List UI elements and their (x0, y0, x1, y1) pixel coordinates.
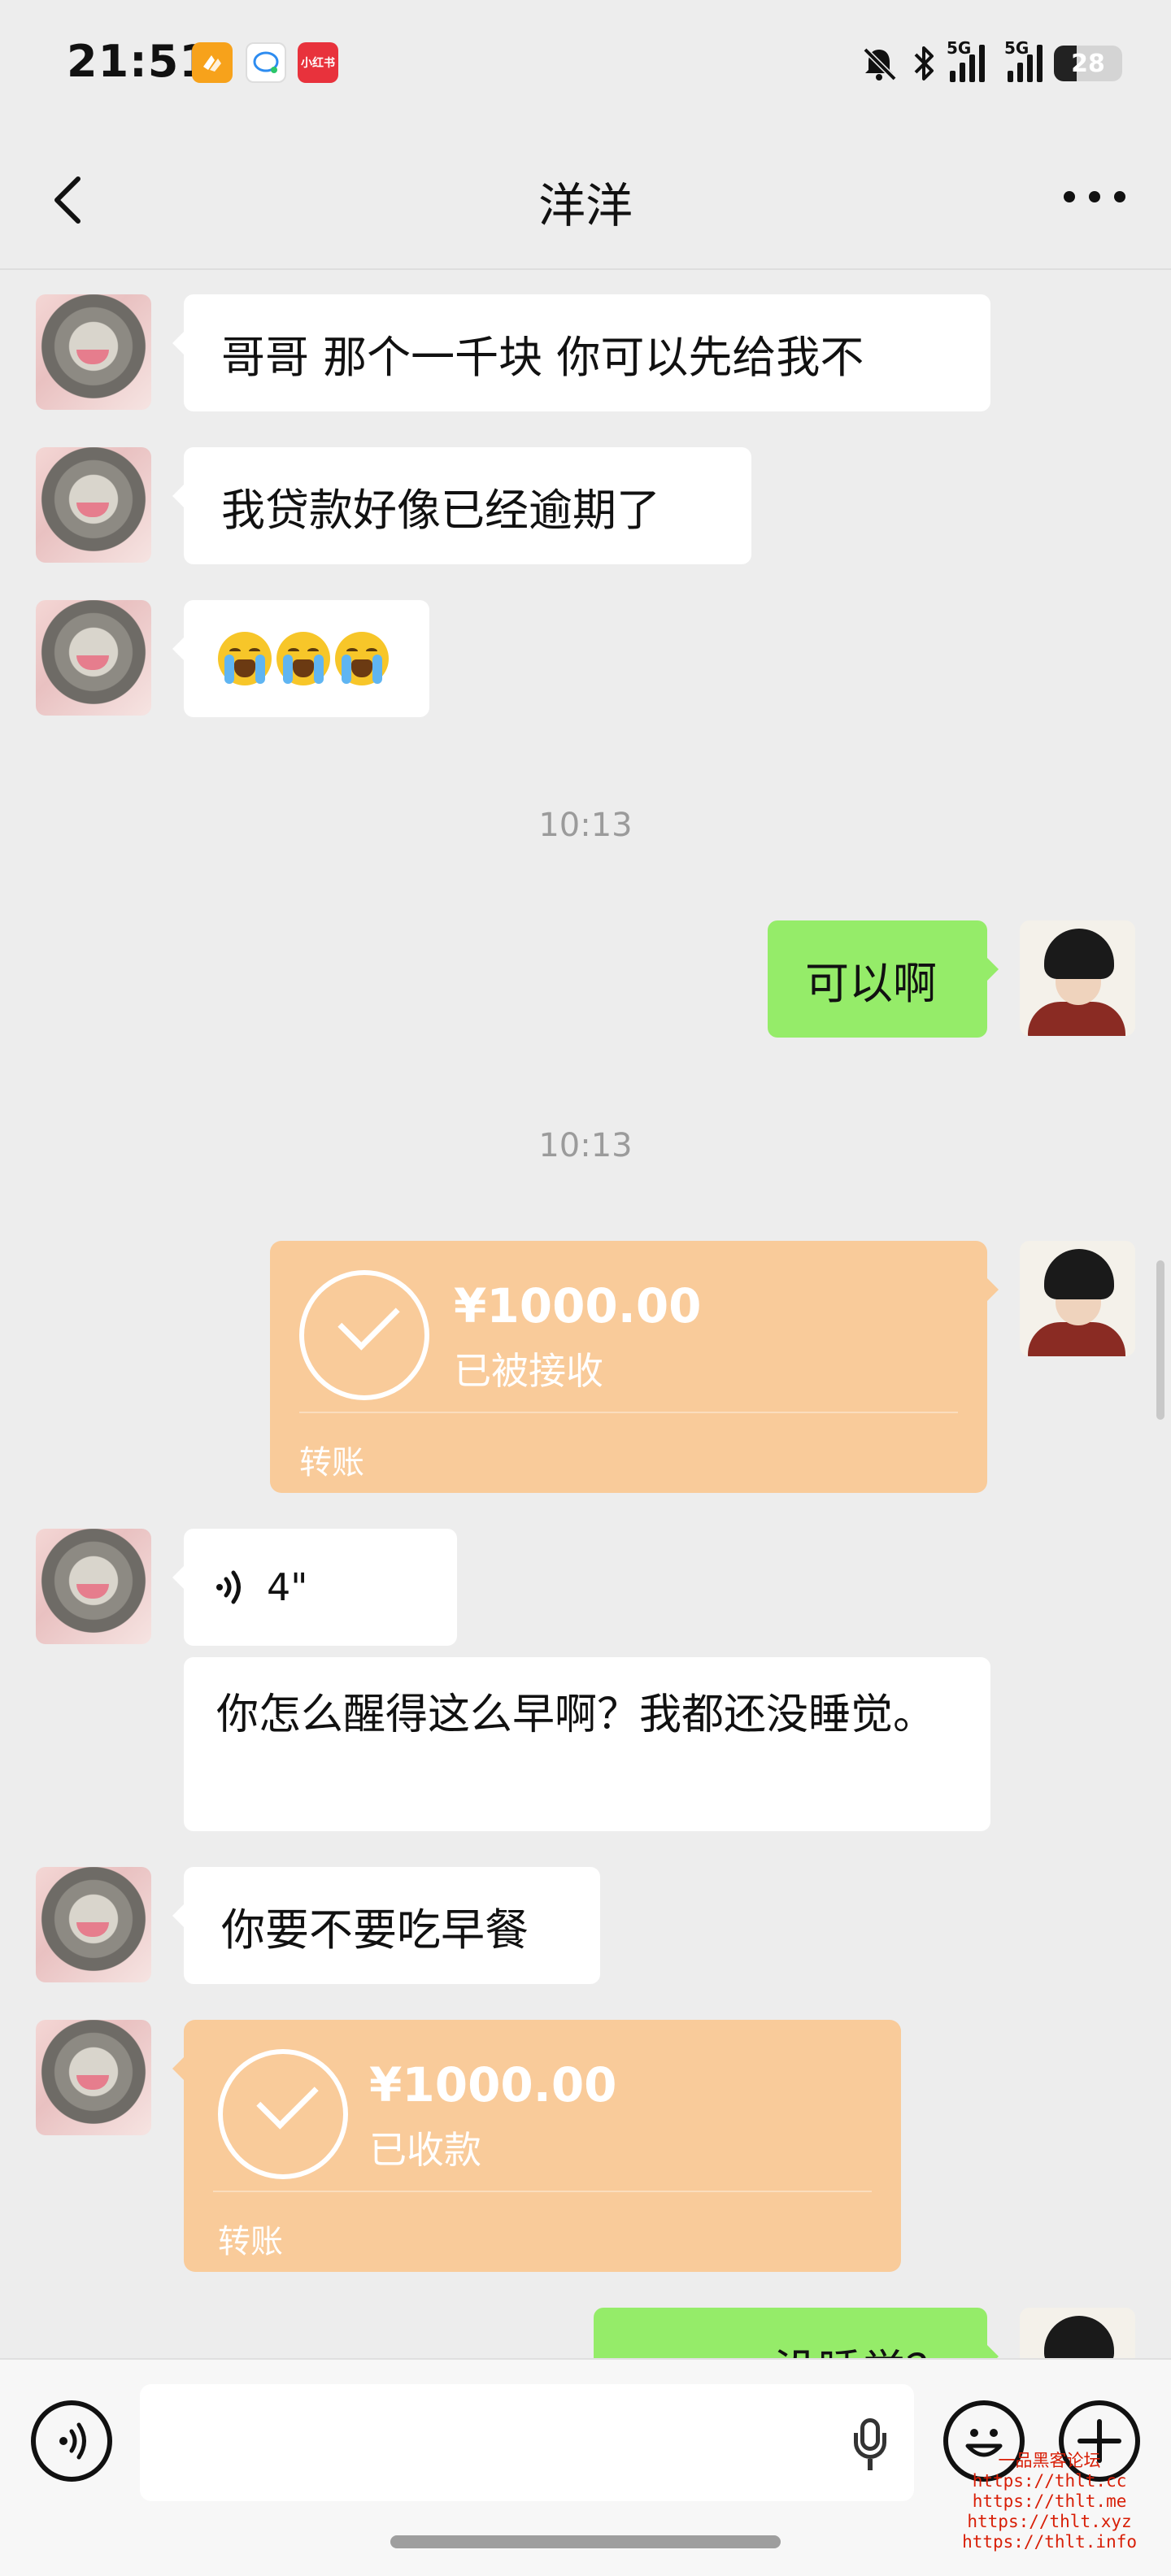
transfer-amount: ¥1000.00 (369, 2057, 617, 2113)
incoming-message[interactable]: 你要不要吃早餐 (172, 1867, 600, 1984)
contact-avatar[interactable] (36, 1529, 151, 1644)
my-avatar[interactable] (1020, 920, 1135, 1036)
contact-avatar[interactable] (36, 600, 151, 716)
watermark-url: https://thlt.info (962, 2532, 1137, 2552)
emoji-row (218, 632, 389, 685)
incoming-message[interactable]: 我贷款好像已经逾期了 (172, 447, 751, 564)
voice-wave-icon (59, 2422, 86, 2460)
timestamp: 10:13 (538, 1127, 633, 1164)
watermark-url: https://thlt.cc (972, 2471, 1127, 2491)
message-text: 我贷款好像已经逾期了 (221, 484, 660, 536)
voice-input-button[interactable] (31, 2400, 112, 2482)
watermark-title: 一品黑客论坛 (998, 2451, 1101, 2470)
incoming-emoji-message[interactable] (172, 600, 429, 717)
status-icons: 5G 5G 28 (859, 37, 1122, 89)
voice-message[interactable]: 4" (172, 1529, 457, 1646)
more-options-icon[interactable] (1064, 189, 1125, 205)
orange-app-icon (192, 42, 233, 83)
transcript-text: 你怎么醒得这么早啊？我都还没睡觉。 (216, 1690, 936, 1739)
watermark-url: https://thlt.xyz (967, 2512, 1132, 2531)
crying-emoji-icon (335, 632, 389, 685)
my-avatar[interactable] (1020, 1241, 1135, 1356)
voice-wave-icon (213, 1567, 246, 1608)
watermark-url: https://thlt.me (972, 2491, 1127, 2511)
crying-emoji-icon (276, 632, 330, 685)
bluetooth-icon (914, 46, 934, 80)
microphone-icon[interactable] (854, 2418, 886, 2470)
mute-bell-icon (863, 47, 897, 81)
incoming-message[interactable]: 哥哥 那个一千块 你可以先给我不 (172, 294, 990, 411)
contact-avatar[interactable] (36, 294, 151, 410)
outgoing-message[interactable]: 可以啊 (768, 920, 999, 1038)
checkmark-circle-icon (218, 2049, 348, 2179)
watermark: 一品黑客论坛 https://thlt.cc https://thlt.me h… (962, 2451, 1137, 2552)
transfer-label: 转账 (299, 1444, 364, 1482)
transfer-label: 转账 (218, 2223, 283, 2261)
transfer-status: 已收款 (369, 2128, 481, 2172)
message-text: 哥哥 那个一千块 你可以先给我不 (221, 331, 864, 383)
signal-icon-1: 5G (947, 38, 985, 82)
transfer-card-sent[interactable]: ¥1000.00 已被接收 转账 (270, 1241, 999, 1493)
chat-header: 洋洋 (0, 130, 1171, 270)
scrollbar[interactable] (1156, 1260, 1164, 1420)
transfer-card-received[interactable]: ¥1000.00 已收款 转账 (172, 2020, 901, 2272)
battery-icon: 28 (1054, 46, 1122, 81)
status-time: 21:51 (67, 36, 211, 87)
divider (299, 1412, 958, 1413)
message-text: 你要不要吃早餐 (221, 1904, 529, 1956)
contact-avatar[interactable] (36, 1867, 151, 1982)
contact-avatar[interactable] (36, 447, 151, 563)
timestamp: 10:13 (538, 807, 633, 844)
divider (213, 2191, 872, 2192)
status-bar: 21:51 小红书 5G 5G 28 (0, 0, 1171, 130)
chat-title: 洋洋 (538, 178, 633, 233)
qq-app-icon (246, 42, 286, 83)
xiaohongshu-app-icon: 小红书 (298, 42, 338, 83)
signal-icon-2: 5G (1004, 38, 1043, 82)
voice-duration: 4" (267, 1565, 308, 1609)
transfer-amount: ¥1000.00 (454, 1278, 702, 1334)
crying-emoji-icon (218, 632, 272, 685)
checkmark-circle-icon (299, 1270, 429, 1400)
home-indicator[interactable] (390, 2535, 781, 2548)
message-input[interactable] (140, 2384, 914, 2501)
voice-transcript: 你怎么醒得这么早啊？我都还没睡觉。 (184, 1657, 990, 1831)
transfer-status: 已被接收 (454, 1349, 603, 1393)
contact-avatar[interactable] (36, 2020, 151, 2135)
battery-level: 28 (1071, 49, 1105, 78)
message-text: 可以啊 (805, 957, 937, 1009)
